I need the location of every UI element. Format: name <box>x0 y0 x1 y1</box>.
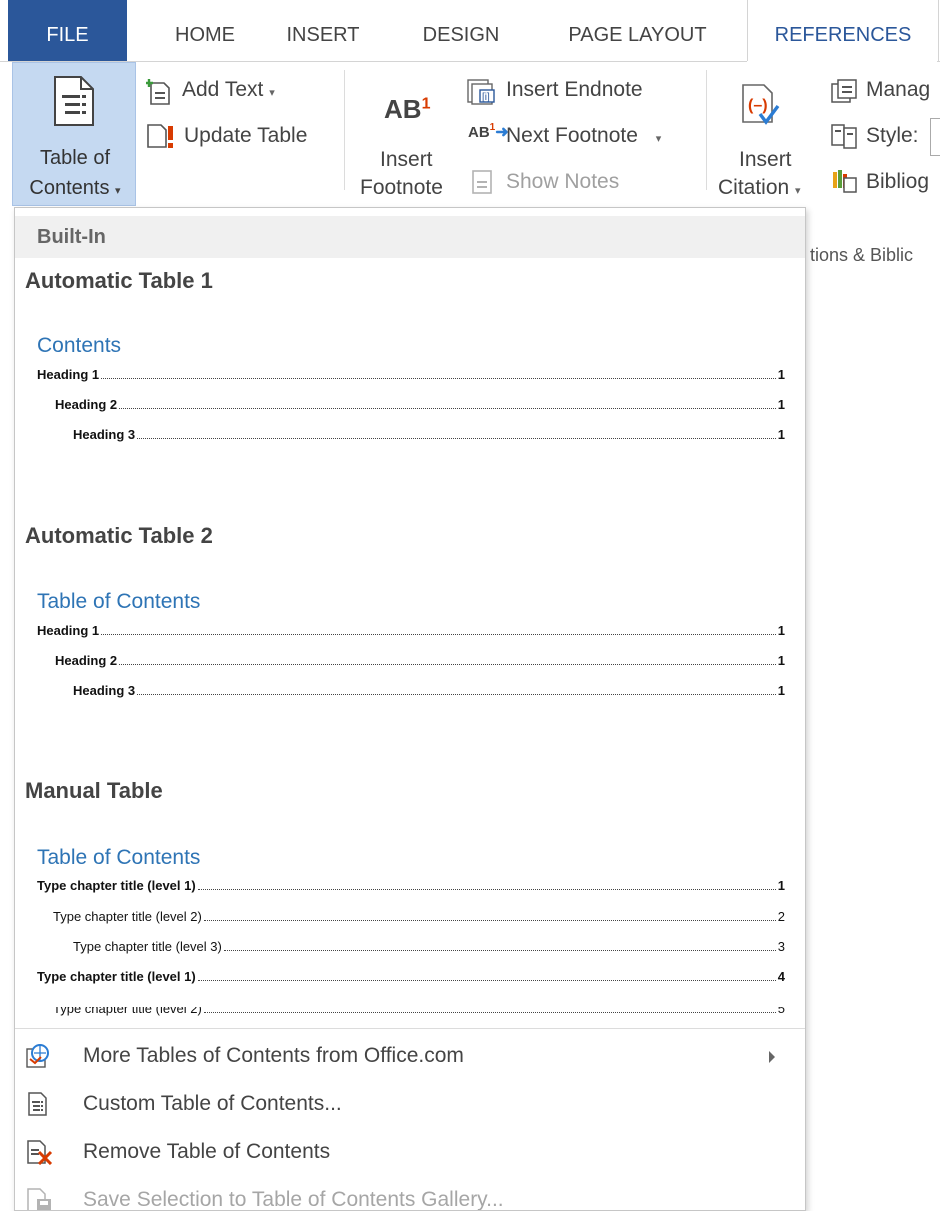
gallery-item-title: Automatic Table 2 <box>25 523 213 548</box>
menu-item-label: Remove Table of Contents <box>83 1140 331 1163</box>
toc-preview-heading: Table of Contents <box>37 590 201 613</box>
insert-endnote-icon: [i] <box>467 79 495 105</box>
section-header-built-in: Built-In <box>15 216 805 258</box>
table-of-contents-dropdown: Built-In Automatic Table 1 Contents Head… <box>14 207 806 1211</box>
bibliography-icon <box>833 170 857 193</box>
toc-preview-entry: Type chapter title (level 2) 2 <box>53 909 785 924</box>
toc-preview-entry: Heading 11 <box>37 623 785 638</box>
toc-preview-entry: Heading 31 <box>73 683 785 698</box>
style-icon <box>831 124 857 149</box>
menu-item-label: More Tables of Contents from Office.com <box>83 1044 464 1067</box>
show-notes-icon <box>472 170 492 194</box>
submenu-arrow-icon <box>769 1051 775 1063</box>
tab-design[interactable]: DESIGN <box>406 0 516 62</box>
dropdown-caret-icon: ▾ <box>795 185 801 197</box>
office-web-icon <box>26 1044 49 1068</box>
next-footnote-button[interactable]: Next Footnote ▾ <box>506 124 661 148</box>
tab-references[interactable]: REFERENCES <box>747 0 939 62</box>
insert-endnote-button[interactable]: Insert Endnote <box>506 78 643 102</box>
more-tables-menu-item[interactable]: More Tables of Contents from Office.com <box>15 1034 805 1078</box>
update-table-icon <box>147 124 173 148</box>
menu-item-label: Custom Table of Contents... <box>83 1092 342 1115</box>
add-text-button[interactable]: Add Text ▾ <box>182 78 275 102</box>
dropdown-caret-icon: ▾ <box>655 133 662 145</box>
manage-sources-button[interactable]: Manag <box>866 78 930 102</box>
next-footnote-icon: AB1➜ <box>468 122 509 141</box>
toc-preview-heading: Table of Contents <box>37 846 201 869</box>
manage-sources-icon <box>831 79 857 103</box>
insert-citation-label-line2[interactable]: Citation ▾ <box>718 176 801 200</box>
tab-insert[interactable]: INSERT <box>275 0 371 62</box>
custom-toc-menu-item[interactable]: Custom Table of Contents... <box>15 1082 805 1126</box>
show-notes-button[interactable]: Show Notes <box>506 170 619 194</box>
add-text-icon <box>146 79 170 105</box>
tab-home[interactable]: HOME <box>150 0 260 62</box>
toc-preview-entry: Heading 21 <box>55 653 785 668</box>
style-label: Style: <box>866 124 919 147</box>
tab-file[interactable]: FILE <box>8 0 127 62</box>
toc-preview-entry: Type chapter title (level 2) 5 <box>53 1007 785 1016</box>
dropdown-caret-icon: ▾ <box>115 185 121 197</box>
toc-preview-entry: Heading 11 <box>37 367 785 382</box>
insert-citation-label-line1[interactable]: Insert <box>739 148 792 172</box>
save-selection-icon <box>27 1188 51 1210</box>
style-select[interactable] <box>930 118 940 156</box>
menu-item-label: Save Selection to Table of Contents Gall… <box>83 1188 504 1211</box>
insert-footnote-label-line2[interactable]: Footnote <box>360 176 443 200</box>
toc-button-label-line2: Contents ▾ <box>29 177 121 199</box>
svg-text:(–): (–) <box>748 97 768 114</box>
citations-group-label: tions & Biblic <box>810 245 914 265</box>
table-of-contents-icon <box>54 76 94 126</box>
toc-preview-entry: Type chapter title (level 1) 4 <box>37 969 785 984</box>
update-table-button[interactable]: Update Table <box>184 124 307 148</box>
bibliography-button[interactable]: Bibliog <box>866 170 929 194</box>
table-of-contents-button[interactable]: Table of Contents ▾ <box>12 62 136 206</box>
toc-preview-entry: Heading 31 <box>73 427 785 442</box>
menu-separator <box>15 1028 805 1029</box>
remove-toc-menu-item[interactable]: Remove Table of Contents <box>15 1130 805 1174</box>
insert-footnote-icon: AB1 <box>384 94 431 124</box>
toc-preview-heading: Contents <box>37 334 122 357</box>
toc-preview-entry: Type chapter title (level 1) 1 <box>37 878 785 893</box>
tab-page-layout[interactable]: PAGE LAYOUT <box>545 0 730 62</box>
svg-text:[i]: [i] <box>482 92 490 103</box>
gallery-item-title: Manual Table <box>25 778 163 803</box>
custom-toc-icon <box>28 1092 47 1116</box>
dropdown-caret-icon: ▾ <box>269 87 275 99</box>
toc-preview-entry: Heading 21 <box>55 397 785 412</box>
insert-footnote-label-line1[interactable]: Insert <box>380 148 433 172</box>
save-selection-menu-item[interactable]: Save Selection to Table of Contents Gall… <box>15 1178 805 1211</box>
gallery-item-title: Automatic Table 1 <box>25 268 213 293</box>
ribbon-tab-bar: FILE HOME INSERT DESIGN PAGE LAYOUT REFE… <box>0 0 940 62</box>
toc-button-label-line1: Table of <box>39 147 111 169</box>
remove-toc-icon <box>27 1140 53 1165</box>
toc-preview-entry: Type chapter title (level 3) 3 <box>73 939 785 954</box>
insert-citation-icon: (–) <box>742 84 780 125</box>
